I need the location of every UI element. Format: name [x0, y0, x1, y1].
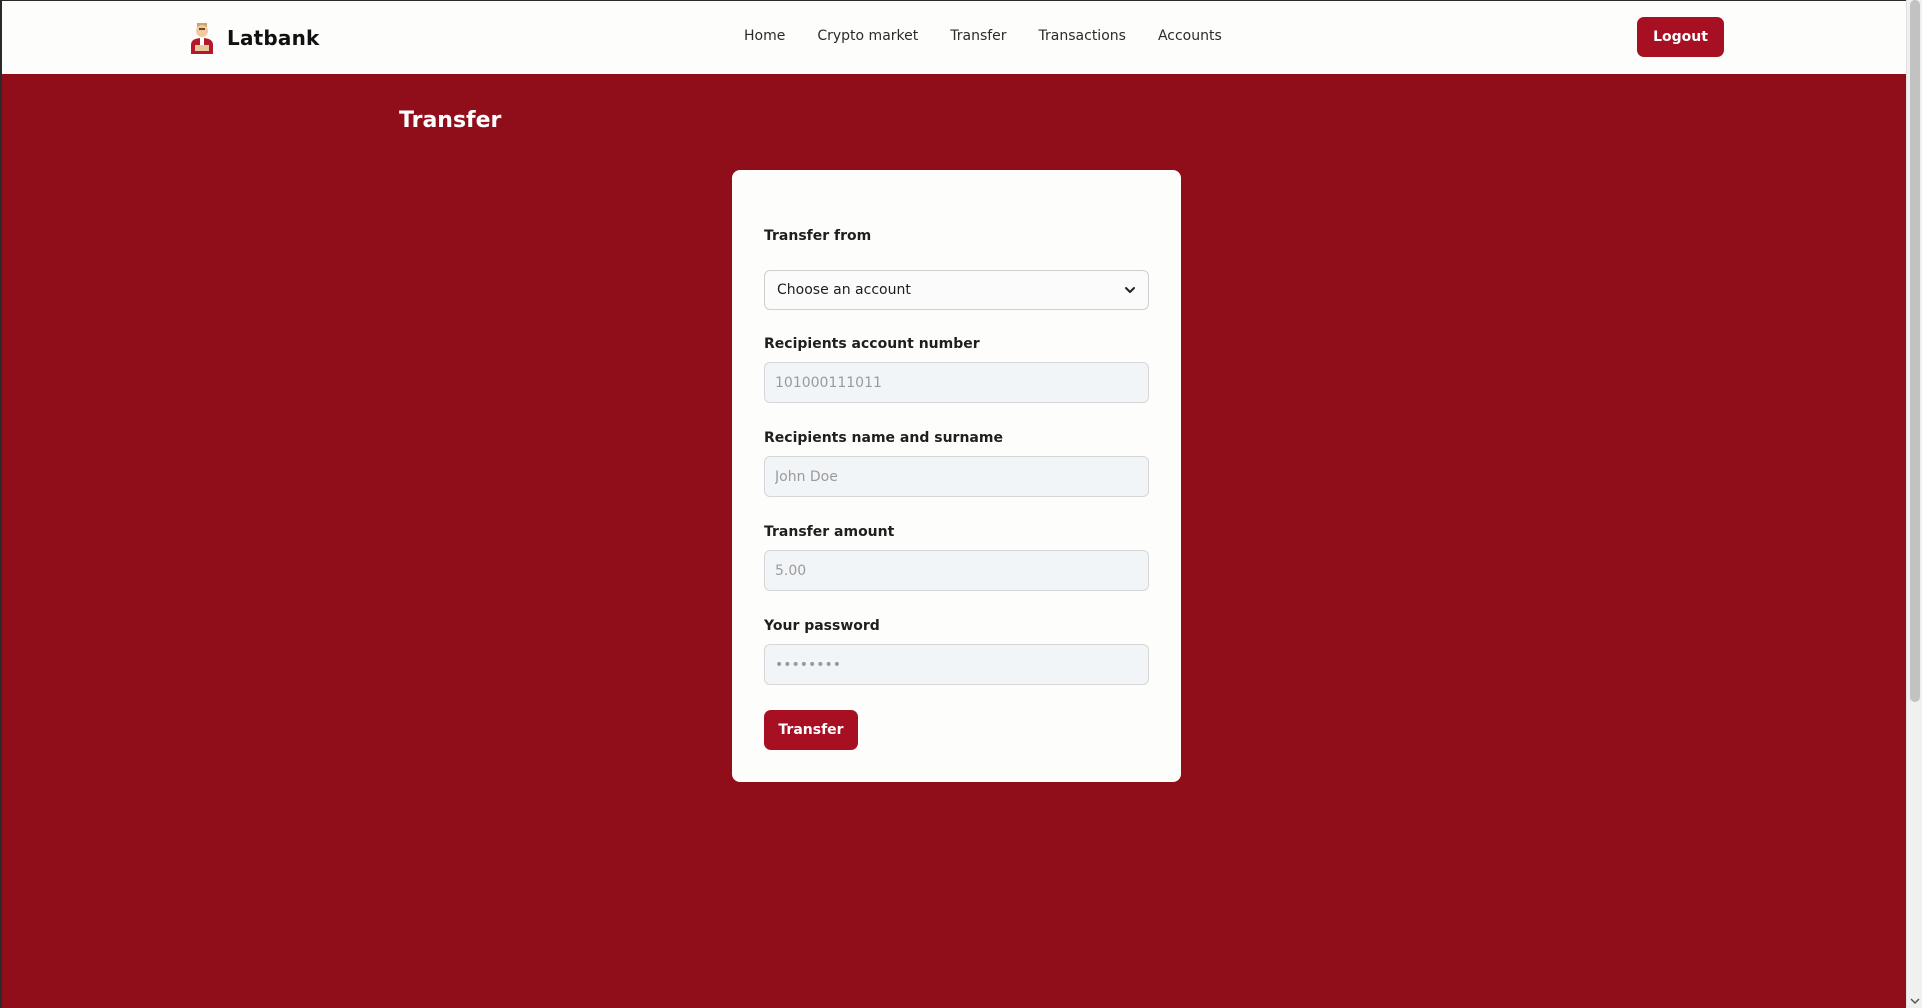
scroll-down-arrow-icon[interactable]: [1910, 996, 1920, 1006]
transfer-amount-input[interactable]: [764, 550, 1149, 591]
nav-home[interactable]: Home: [744, 28, 785, 44]
brand[interactable]: Latbank: [187, 21, 320, 54]
page-title: Transfer: [399, 108, 502, 133]
account-number-label: Recipients account number: [764, 336, 980, 352]
scrollbar-thumb[interactable]: [1910, 0, 1920, 702]
nav-transfer[interactable]: Transfer: [950, 28, 1006, 44]
top-navbar: Latbank Home Crypto market Transfer Tran…: [2, 1, 1906, 74]
nav-transactions[interactable]: Transactions: [1039, 28, 1126, 44]
password-label: Your password: [764, 618, 880, 634]
account-select[interactable]: Choose an account: [764, 270, 1149, 310]
bank-clerk-logo-icon: [191, 23, 213, 54]
chevron-down-icon: [1125, 287, 1135, 293]
logout-button[interactable]: Logout: [1637, 17, 1724, 57]
brand-name: Latbank: [227, 25, 320, 50]
account-select-value: Choose an account: [777, 282, 911, 298]
recipient-name-label: Recipients name and surname: [764, 430, 1003, 446]
transfer-form-card: Transfer from Choose an account Recipien…: [732, 170, 1181, 782]
page-background: Latbank Home Crypto market Transfer Tran…: [0, 0, 1906, 1008]
vertical-scrollbar[interactable]: [1906, 0, 1922, 1008]
password-input[interactable]: [764, 644, 1149, 685]
account-number-input[interactable]: [764, 362, 1149, 403]
recipient-name-input[interactable]: [764, 456, 1149, 497]
transfer-submit-button[interactable]: Transfer: [764, 710, 858, 750]
main-nav: Home Crypto market Transfer Transactions…: [744, 28, 1222, 44]
transfer-from-label: Transfer from: [764, 228, 872, 244]
transfer-amount-label: Transfer amount: [764, 524, 895, 540]
nav-crypto-market[interactable]: Crypto market: [817, 28, 918, 44]
nav-accounts[interactable]: Accounts: [1158, 28, 1222, 44]
